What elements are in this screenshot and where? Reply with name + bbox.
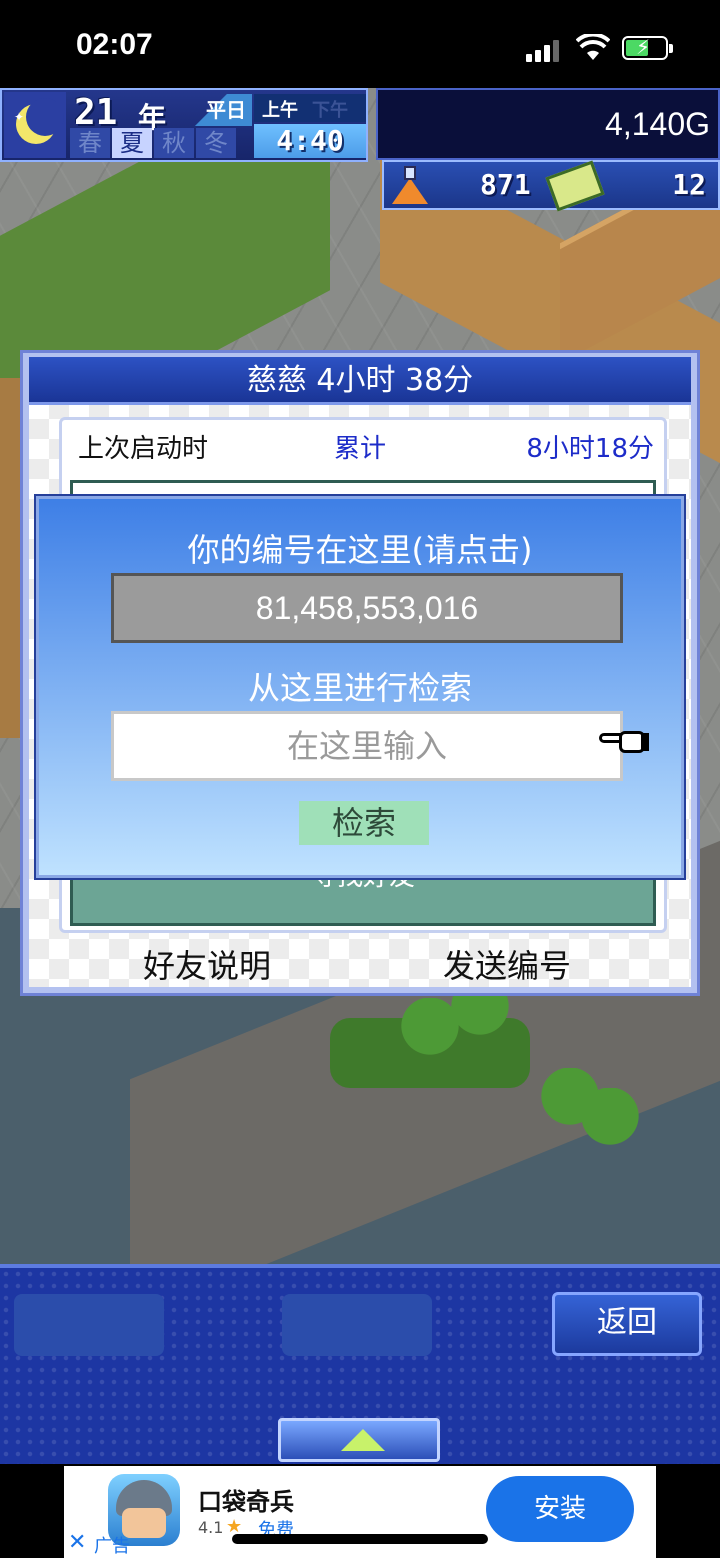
friend-search-input[interactable]: 在这里输入 — [111, 711, 623, 781]
home-indicator[interactable] — [232, 1534, 488, 1544]
empty-menu-slot — [14, 1294, 164, 1356]
battery-icon: ⚡ — [622, 35, 673, 60]
research-points-value: 871 — [480, 168, 531, 201]
total-play-time: 8小时18分 — [526, 434, 654, 464]
gold-display: 4,140G — [376, 88, 720, 160]
season-summer: 夏 — [112, 128, 152, 158]
season-list: 春 夏 秋 冬 — [70, 128, 236, 158]
pointing-hand-icon — [599, 721, 651, 761]
ticket-count-value: 12 — [672, 168, 706, 201]
up-arrow-icon — [341, 1429, 385, 1451]
season-spring: 春 — [70, 128, 110, 158]
gold-value: 4,140G — [605, 106, 710, 142]
id-heading: 你的编号在这里(请点击) — [187, 531, 533, 569]
weekday-label: 平日 — [188, 94, 252, 126]
resource-panel: 871 12 — [382, 160, 720, 212]
last-launch-label: 上次启动时 — [78, 434, 209, 464]
flask-icon — [388, 164, 432, 208]
empty-menu-slot — [282, 1294, 432, 1356]
ad-label: 广告 — [94, 1536, 130, 1557]
season-autumn: 秋 — [154, 128, 194, 158]
am-label: 上午 — [262, 100, 298, 121]
install-button[interactable]: 安装 — [486, 1476, 634, 1542]
year-number: 21 — [74, 92, 118, 133]
calendar-panel[interactable]: ✦ 21 年 春 夏 秋 冬 平日 上午 下午 4:40 — [0, 88, 368, 162]
back-button[interactable]: 返回 — [552, 1292, 702, 1356]
status-time: 02:07 — [76, 28, 153, 61]
dialog-title: 慈慈 4小时 38分 — [29, 357, 691, 405]
ad-banner[interactable]: 口袋奇兵 4.1 ★ 免费 ✕ 广告 安装 — [64, 1466, 656, 1558]
wifi-icon — [576, 34, 610, 60]
game-clock: 4:40 — [254, 124, 366, 158]
moon-icon: ✦ — [4, 92, 66, 158]
player-id-popup: 你的编号在这里(请点击) 81,458,553,016 从这里进行检索 在这里输… — [34, 494, 686, 880]
status-bar: 02:07 ⚡ — [0, 0, 720, 88]
pm-label: 下午 — [312, 100, 348, 121]
send-id-button[interactable]: 发送编号 — [443, 941, 571, 987]
season-winter: 冬 — [196, 128, 236, 158]
am-pm-indicator: 上午 下午 — [254, 94, 366, 122]
expand-menu-button[interactable] — [278, 1418, 440, 1462]
close-icon[interactable]: ✕ — [68, 1530, 86, 1555]
total-label: 累计 — [334, 434, 387, 464]
search-button[interactable]: 检索 — [299, 801, 429, 845]
player-id-button[interactable]: 81,458,553,016 — [111, 573, 623, 643]
ad-rating: 4.1 — [198, 1518, 224, 1537]
ticket-icon — [545, 160, 605, 212]
bottom-menu-bar: 返回 — [0, 1264, 720, 1464]
play-time-row: 上次启动时 累计 8小时18分 — [62, 424, 664, 474]
search-heading: 从这里进行检索 — [247, 669, 472, 707]
ad-app-name: 口袋奇兵 — [198, 1488, 294, 1516]
friend-help-button[interactable]: 好友说明 — [143, 941, 271, 987]
signal-icon — [526, 38, 564, 62]
